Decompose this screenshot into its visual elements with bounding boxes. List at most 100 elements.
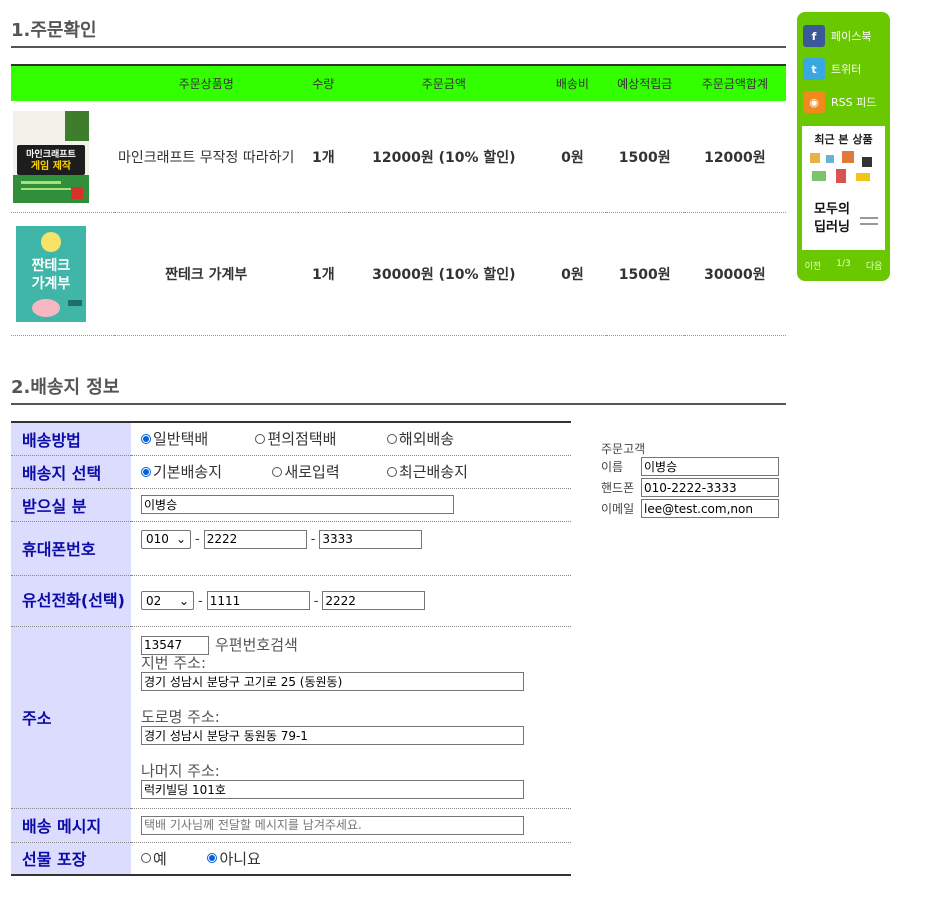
cover-title-line1: 짠테크	[32, 257, 71, 274]
jibun-address-input[interactable]	[141, 671, 524, 691]
rss-icon: ◉	[803, 91, 825, 113]
zipcode-search-button[interactable]: 우편번호검색	[215, 636, 298, 654]
road-address-label: 도로명 주소:	[141, 707, 220, 726]
book-cover-cell: 짠테크 가계부	[11, 212, 115, 336]
product-name[interactable]: 마인크래프트 무작정 따라하기	[114, 101, 299, 213]
facebook-label: 페이스북	[831, 30, 872, 43]
row-method: 배송방법 일반택배 편의점택배 해외배송	[11, 422, 571, 456]
product-name[interactable]: 짠테크 가계부	[114, 212, 299, 336]
header-shipping: 배송비	[539, 64, 606, 101]
road-address-input[interactable]	[141, 725, 524, 745]
rss-link[interactable]: ◉ RSS 피드	[803, 91, 876, 113]
dash: -	[313, 593, 319, 609]
twitter-link[interactable]: t 트위터	[803, 58, 861, 80]
option-label: 기본배송지	[153, 463, 223, 481]
twitter-label: 트위터	[831, 63, 862, 76]
option-label: 편의점택배	[267, 430, 337, 449]
header-price: 주문금액	[348, 64, 540, 101]
radio-icon[interactable]	[272, 466, 283, 477]
delivery-info-title: 2.배송지 정보	[11, 373, 786, 405]
row-address: 주소 우편번호검색 지번 주소: 도로명 주소: 나머지 주소:	[11, 626, 571, 809]
facebook-icon: f	[803, 25, 825, 47]
radio-icon[interactable]	[141, 853, 151, 864]
method-option-overseas[interactable]: 해외배송	[386, 428, 455, 449]
delivery-form: 배송방법 일반택배 편의점택배 해외배송 배송지 선택 기본배송지 새로입력 최…	[11, 421, 571, 876]
address-option-recent[interactable]: 최근배송지	[386, 461, 468, 482]
gift-option-yes[interactable]: 예	[141, 848, 203, 869]
header-product-name: 주문상품명	[114, 64, 299, 101]
address-option-default[interactable]: 기본배송지	[141, 461, 268, 482]
book-cover-minecraft[interactable]: 마인크래프트 게임 제작	[13, 110, 89, 203]
customer-title: 주문고객	[601, 441, 646, 456]
order-confirm-title: 1.주문확인	[11, 16, 786, 48]
next-button[interactable]: 다음	[866, 259, 883, 272]
gift-option-no[interactable]: 아니요	[207, 848, 261, 869]
product-total: 12000원	[683, 101, 786, 213]
book-cover-jjantech[interactable]: 짠테크 가계부	[16, 226, 86, 322]
row-address-select: 배송지 선택 기본배송지 새로입력 최근배송지	[11, 455, 571, 489]
product-shipping: 0원	[539, 212, 606, 336]
dash: -	[310, 532, 316, 547]
customer-info: 주문고객 이름 핸드폰 이메일	[601, 440, 779, 519]
row-recipient: 받으실 분	[11, 488, 571, 522]
message-label: 배송 메시지	[11, 808, 131, 843]
table-row: 짠테크 가계부 짠테크 가계부 1개 30000원 (10% 할인) 0원 15…	[11, 212, 786, 336]
phone-prefix-select[interactable]: 02 ⌄	[141, 591, 194, 610]
method-label: 배송방법	[11, 422, 131, 456]
mobile-mid-input[interactable]	[203, 529, 307, 549]
mobile-prefix-select[interactable]: 010 ⌄	[141, 529, 191, 549]
product-shipping: 0원	[539, 101, 606, 213]
select-value: 010	[146, 532, 169, 546]
order-header-row: 주문상품명 수량 주문금액 배송비 예상적립금 주문금액합계	[11, 64, 786, 101]
gift-label: 선물 포장	[11, 842, 131, 876]
method-option-standard[interactable]: 일반택배	[141, 428, 251, 449]
radio-icon[interactable]	[141, 466, 151, 477]
dash: -	[195, 532, 200, 547]
customer-phone-input[interactable]	[641, 478, 779, 497]
radio-icon[interactable]	[255, 433, 266, 444]
radio-icon[interactable]	[386, 466, 397, 477]
product-points: 1500원	[605, 101, 684, 213]
recent-pager: 이전 1/3 다음	[797, 259, 890, 272]
row-gift: 선물 포장 예 아니요	[11, 842, 571, 876]
address-option-new[interactable]: 새로입력	[272, 461, 382, 482]
prev-button[interactable]: 이전	[805, 259, 822, 272]
product-price: 30000원 (10% 할인)	[348, 212, 540, 336]
radio-icon[interactable]	[386, 433, 397, 444]
select-value: 02	[146, 593, 162, 608]
phone-last-input[interactable]	[322, 591, 426, 610]
mobile-label: 휴대폰번호	[11, 521, 131, 576]
customer-name-input[interactable]	[641, 457, 779, 476]
customer-email-input[interactable]	[641, 499, 779, 518]
product-points: 1500원	[605, 212, 684, 336]
mobile-last-input[interactable]	[319, 529, 423, 549]
header-cover	[11, 64, 115, 101]
product-price: 12000원 (10% 할인)	[348, 101, 540, 213]
recent-book-cover[interactable]: 모두의 딥러닝	[802, 147, 885, 247]
radio-icon[interactable]	[207, 853, 218, 864]
facebook-link[interactable]: f 페이스북	[803, 25, 871, 47]
cover-title-line2: 가계부	[32, 276, 71, 292]
zipcode-input[interactable]	[141, 635, 209, 655]
recipient-label: 받으실 분	[11, 488, 131, 522]
product-qty: 1개	[298, 212, 349, 336]
cover-title-line2: 게임 제작	[31, 159, 72, 172]
rest-address-input[interactable]	[141, 779, 524, 799]
option-label: 최근배송지	[398, 463, 468, 481]
recipient-input[interactable]	[141, 495, 454, 514]
address-select-label: 배송지 선택	[11, 455, 131, 489]
message-input[interactable]	[141, 815, 524, 835]
option-label: 해외배송	[398, 430, 455, 449]
row-message: 배송 메시지	[11, 808, 571, 843]
option-label: 새로입력	[284, 463, 340, 481]
order-table: 주문상품명 수량 주문금액 배송비 예상적립금 주문금액합계 마인크래프트 게임…	[11, 64, 786, 336]
customer-name-label: 이름	[601, 460, 624, 474]
method-option-convenience[interactable]: 편의점택배	[255, 428, 382, 449]
dash: -	[198, 593, 203, 609]
quick-sidebar: f 페이스북 t 트위터 ◉ RSS 피드 최근 본 상품 모두의 딥러닝 이전…	[797, 12, 890, 281]
rss-label: RSS 피드	[831, 96, 877, 109]
radio-icon[interactable]	[141, 433, 151, 444]
chevron-down-icon: ⌄	[175, 532, 186, 546]
cover-title-line1: 마인크래프트	[26, 148, 76, 160]
phone-mid-input[interactable]	[206, 591, 310, 610]
